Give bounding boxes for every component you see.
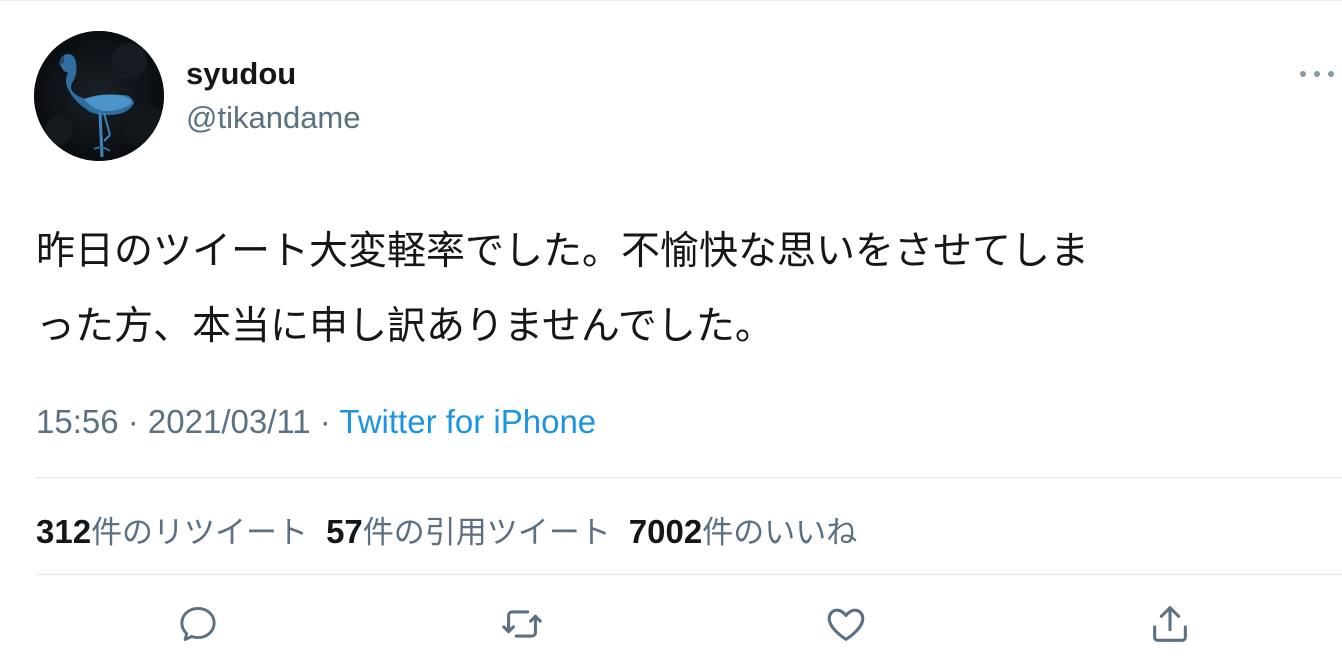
- avatar-flamingo-image: [34, 31, 164, 161]
- like-button[interactable]: [822, 600, 870, 648]
- retweets-label: 件のリツイート: [91, 515, 309, 551]
- retweets-count: 312: [36, 513, 92, 550]
- divider: [36, 477, 1342, 478]
- engagement-stats: 312件のリツイート 57件の引用ツイート 7002件のいいね: [36, 507, 857, 552]
- reply-icon: [180, 606, 216, 642]
- tweet-time[interactable]: 15:56: [36, 403, 119, 440]
- display-name[interactable]: syudou: [186, 56, 296, 92]
- likes-stat[interactable]: 7002件のいいね: [629, 507, 857, 552]
- tweet-text-line-2: った方、本当に申し訳ありませんでした。: [36, 304, 774, 349]
- quotes-label: 件の引用ツイート: [362, 515, 611, 551]
- more-dot-1: [1300, 71, 1306, 77]
- share-button[interactable]: [1146, 600, 1194, 648]
- retweet-icon: [502, 610, 542, 638]
- more-dot-3: [1328, 71, 1334, 77]
- quotes-count: 57: [326, 513, 363, 550]
- avatar[interactable]: [34, 31, 164, 161]
- tweet-date[interactable]: 2021/03/11: [148, 403, 311, 440]
- like-icon: [827, 608, 865, 641]
- divider: [36, 574, 1342, 575]
- tweet-detail: syudou @tikandame 昨日のツイート大変軽率でした。不愉快な思いを…: [0, 0, 1342, 671]
- retweets-stat[interactable]: 312件のリツイート: [36, 507, 308, 552]
- likes-count: 7002: [628, 513, 703, 550]
- meta-separator: ·: [310, 403, 340, 440]
- retweet-button[interactable]: [498, 600, 546, 648]
- more-dot-2: [1314, 71, 1320, 77]
- top-divider: [0, 0, 1342, 1]
- more-options-icon[interactable]: [1300, 62, 1334, 86]
- tweet-metadata: 15:56 · 2021/03/11 · Twitter for iPhone: [36, 403, 596, 441]
- meta-separator: ·: [118, 403, 148, 440]
- user-handle[interactable]: @tikandame: [186, 100, 361, 136]
- tweet-text-line-1: 昨日のツイート大変軽率でした。不愉快な思いをさせてしま: [36, 229, 1090, 274]
- share-icon: [1153, 606, 1187, 642]
- tweet-source-link[interactable]: Twitter for iPhone: [339, 403, 596, 440]
- likes-label: 件のいいね: [702, 515, 858, 551]
- reply-button[interactable]: [174, 600, 222, 648]
- tweet-text: 昨日のツイート大変軽率でした。不愉快な思いをさせてしま った方、本当に申し訳あり…: [36, 214, 1326, 364]
- quotes-stat[interactable]: 57件の引用ツイート: [326, 507, 611, 552]
